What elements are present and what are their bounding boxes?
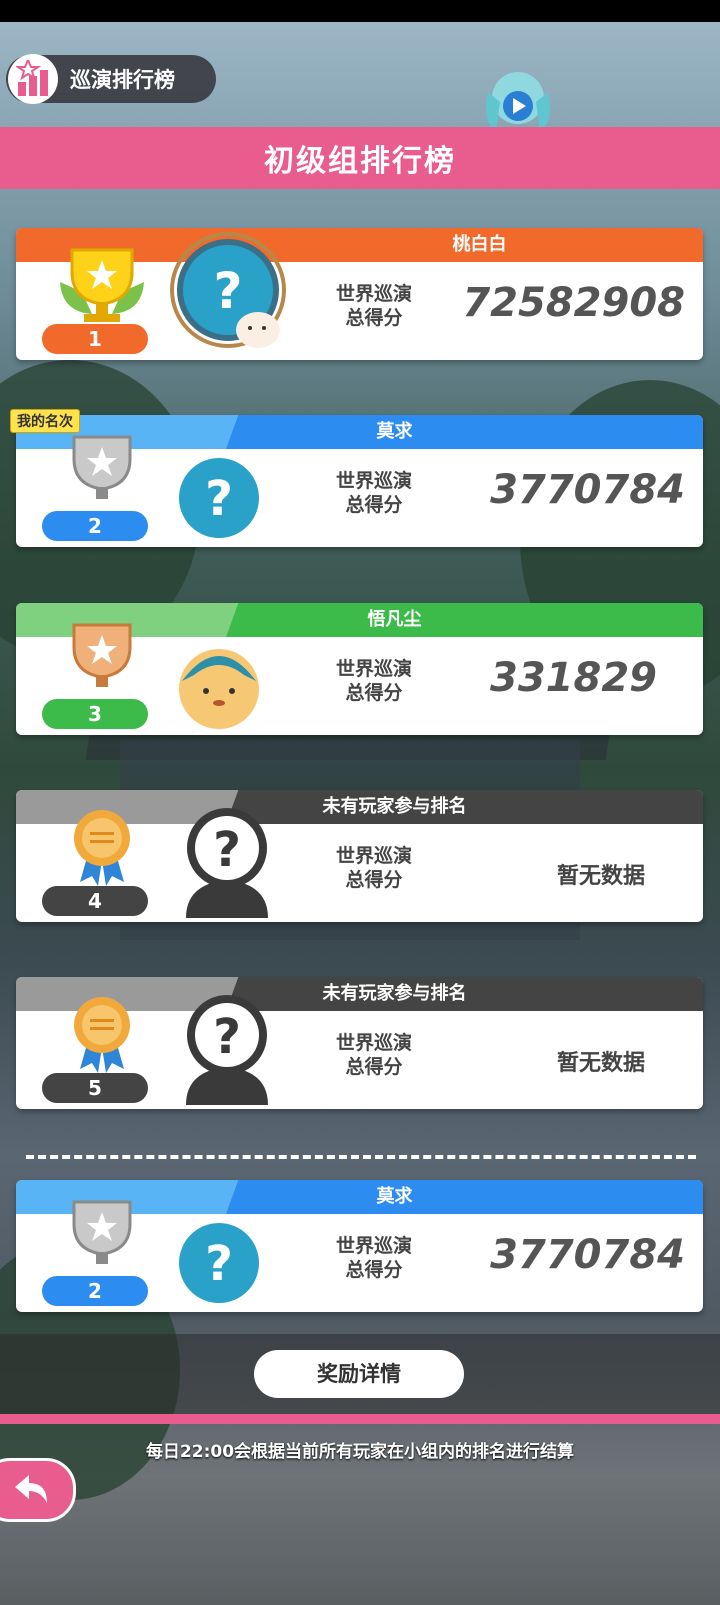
svg-text:?: ?: [205, 1236, 233, 1292]
rank-badge: 3: [42, 699, 148, 729]
silver-trophy-icon: [52, 429, 152, 519]
score-label: 世界巡演 总得分: [335, 1032, 412, 1078]
tab-label: 巡演排行榜: [70, 68, 175, 92]
rank-badge: 2: [42, 1276, 148, 1306]
score-label: 世界巡演 总得分: [335, 283, 412, 329]
ranking-row-5[interactable]: 未有玩家参与排名 5 ? 世界巡演 总得分 暂无数据: [16, 977, 703, 1109]
back-button[interactable]: [0, 1458, 76, 1522]
ranking-row-3[interactable]: 悟凡尘 3 世界巡演 总得分 331829: [16, 603, 703, 735]
player-name: 莫求: [376, 1186, 413, 1207]
empty-player-icon: ?: [182, 804, 272, 918]
score-label: 世界巡演 总得分: [335, 658, 412, 704]
svg-text:?: ?: [213, 262, 242, 320]
svg-text:?: ?: [213, 822, 241, 878]
player-avatar[interactable]: [174, 641, 264, 731]
medal-icon: [52, 804, 152, 894]
score-value: 3770784: [490, 1232, 685, 1278]
back-arrow-icon: [15, 1475, 47, 1503]
my-ranking-row[interactable]: 莫求 2 ? 世界巡演 总得分 3770784: [16, 1180, 703, 1312]
score-value: 3770784: [490, 467, 685, 513]
mascot-icon[interactable]: [478, 62, 558, 136]
player-avatar[interactable]: ?: [174, 453, 264, 543]
score-label: 世界巡演 总得分: [335, 845, 412, 891]
rank-badge: 1: [42, 324, 148, 354]
bronze-trophy-icon: [52, 617, 152, 707]
score-value: 331829: [490, 655, 657, 701]
score-label: 世界巡演 总得分: [335, 470, 412, 516]
my-rank-tag: 我的名次: [10, 409, 80, 433]
ranking-title-banner: 初级组排行榜: [0, 127, 720, 189]
rank-badge: 5: [42, 1073, 148, 1103]
ranking-row-4[interactable]: 未有玩家参与排名 4 ? 世界巡演 总得分 暂无数据: [16, 790, 703, 922]
player-name: 未有玩家参与排名: [322, 796, 467, 817]
no-data-text: 暂无数据: [556, 1051, 645, 1076]
player-name: 悟凡尘: [367, 609, 422, 630]
ranking-row-2[interactable]: 莫求 2 ? 世界巡演 总得分 3770784: [16, 415, 703, 547]
gold-trophy-icon: [52, 242, 152, 332]
divider: [26, 1155, 696, 1159]
no-data-text: 暂无数据: [556, 864, 645, 889]
player-avatar[interactable]: ?: [174, 1218, 264, 1308]
page-title: 初级组排行榜: [264, 144, 456, 179]
tour-ranking-tab[interactable]: 巡演排行榜: [6, 54, 216, 104]
score-label: 世界巡演 总得分: [335, 1235, 412, 1281]
rank-badge: 4: [42, 886, 148, 916]
settlement-notice: 每日22:00会根据当前所有玩家在小组内的排名进行结算: [145, 1442, 575, 1462]
silver-trophy-icon: [52, 1194, 152, 1284]
player-name: 未有玩家参与排名: [322, 983, 467, 1004]
player-avatar[interactable]: ?: [158, 232, 298, 356]
ranking-row-1[interactable]: 桃白白 1 ? 世界巡演 总得分 72582908: [16, 228, 703, 360]
status-bar: [0, 0, 720, 22]
player-name: 莫求: [376, 421, 413, 442]
svg-text:?: ?: [205, 471, 233, 527]
player-name: 桃白白: [452, 234, 507, 255]
score-value: 72582908: [462, 280, 685, 326]
medal-icon: [52, 991, 152, 1081]
empty-player-icon: ?: [182, 991, 272, 1105]
ranking-icon: [8, 54, 58, 104]
svg-text:?: ?: [213, 1009, 241, 1065]
reward-details-button[interactable]: 奖励详情: [254, 1350, 464, 1398]
rank-badge: 2: [42, 511, 148, 541]
